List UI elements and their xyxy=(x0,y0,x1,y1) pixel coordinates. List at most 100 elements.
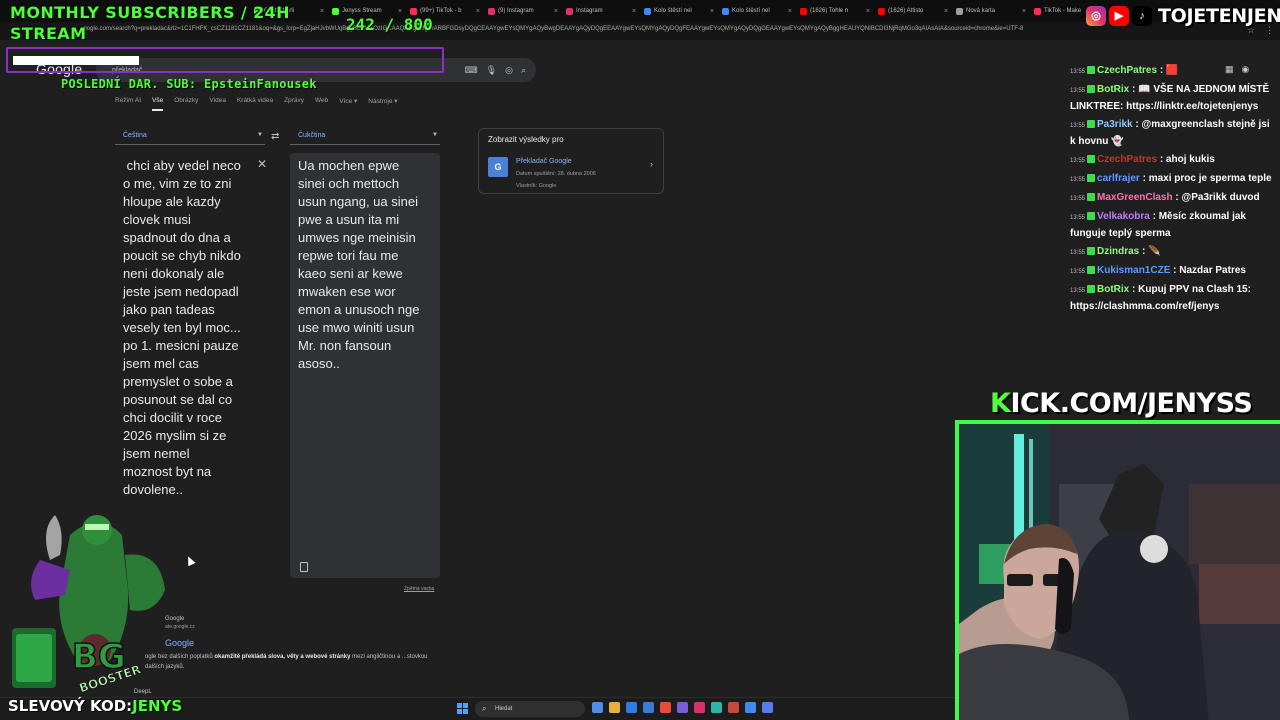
taskbar-app-icon[interactable] xyxy=(728,702,739,713)
kick-rest: ICK.COM/JENYSS xyxy=(1010,388,1253,419)
search-tab[interactable]: Více ▾ xyxy=(339,97,357,111)
copy-icon[interactable] xyxy=(300,562,308,572)
chat-text: : maxi proc je sperma teple xyxy=(1142,173,1272,184)
search-tab[interactable]: Režim AI xyxy=(115,97,141,111)
keyboard-icon[interactable]: ⌨ xyxy=(465,65,478,76)
search-tab[interactable]: Videa xyxy=(209,97,226,111)
webcam-image xyxy=(959,424,1280,720)
badge-icon xyxy=(1087,120,1096,129)
browser-tab[interactable]: Kolo štěstí nel × xyxy=(640,2,718,20)
chat-username[interactable]: carlfrajer xyxy=(1097,173,1140,184)
tab-label: (1626) Attisto xyxy=(888,8,924,14)
lens-icon[interactable]: ◎ xyxy=(505,65,513,76)
taskbar-app-icon[interactable] xyxy=(745,702,756,713)
close-tab-icon[interactable]: × xyxy=(710,8,714,15)
mic-icon[interactable]: 🎙 xyxy=(486,65,497,76)
chat-username[interactable]: MaxGreenClash xyxy=(1097,192,1173,203)
browser-tab[interactable]: (1626) Tohle n × xyxy=(796,2,874,20)
search-tabs: Režim AI Vše Obrázky Videa Krátká videa Zpráv… xyxy=(115,97,398,111)
card-meta-launch: Datum spuštění: 28. dubna 2006 xyxy=(516,171,596,177)
tab-label: TikTok - Make xyxy=(1044,8,1082,14)
taskbar-search[interactable]: ⌕ Hledat xyxy=(475,701,585,717)
chat-username[interactable]: Velkakobra xyxy=(1097,211,1150,222)
search-tab[interactable]: Nástroje ▾ xyxy=(368,97,397,111)
chat-username[interactable]: Kukisman1CZE xyxy=(1097,265,1170,276)
search-icon: ⌕ xyxy=(482,704,487,713)
close-tab-icon[interactable]: × xyxy=(398,8,402,15)
chat-username[interactable]: Dzindras xyxy=(1097,246,1139,257)
taskbar-app-icon[interactable] xyxy=(609,702,620,713)
browser-tab[interactable]: (1626) Attisto × xyxy=(874,2,952,20)
close-tab-icon[interactable]: × xyxy=(320,8,324,15)
search-tab[interactable]: Krátká videa xyxy=(237,97,273,111)
search-tab[interactable]: Vše xyxy=(152,97,164,111)
close-tab-icon[interactable]: × xyxy=(476,8,480,15)
youtube-icon: ▶ xyxy=(1109,6,1129,26)
target-language-select[interactable]: Čukčtina ▼ xyxy=(290,128,440,145)
chat-timestamp: 13:55 xyxy=(1070,123,1086,129)
chat-username[interactable]: CzechPatres xyxy=(1097,65,1157,76)
chat-username[interactable]: BotRix xyxy=(1097,284,1129,295)
translator-knowledge-card[interactable]: Zobrazit výsledky pro G Překladač Google… xyxy=(478,128,664,194)
promo-label: SLEVOVÝ KOD: xyxy=(8,697,133,715)
search-tab[interactable]: Obrázky xyxy=(174,97,198,111)
browser-tab[interactable]: Nová karta × xyxy=(952,2,1030,20)
card-meta-owner: Vlastník: Google xyxy=(516,183,557,189)
last-donation: POSLEDNÍ DAR. SUB: EpsteinFanousek xyxy=(61,77,317,91)
search-icon[interactable]: ⌕ xyxy=(521,65,526,76)
search-tab[interactable]: Zprávy xyxy=(284,97,304,111)
chat-timestamp: 13:55 xyxy=(1070,69,1086,75)
translation-output: Ua mochen epwe sinei och mettoch usun ng… xyxy=(290,153,440,578)
taskbar-app-icon[interactable] xyxy=(694,702,705,713)
windows-start-icon[interactable] xyxy=(457,703,468,714)
tab-favicon-icon xyxy=(410,7,417,15)
taskbar-app-icon[interactable] xyxy=(711,702,722,713)
feedback-link[interactable]: Zpětná vazba xyxy=(404,586,434,592)
close-tab-icon[interactable]: × xyxy=(1022,8,1026,15)
clear-text-icon[interactable]: ✕ xyxy=(257,157,267,171)
tab-favicon-icon xyxy=(800,7,807,15)
chat-username[interactable]: Pa3rikk xyxy=(1097,119,1133,130)
badge-icon xyxy=(1087,174,1096,183)
taskbar-app-icon[interactable] xyxy=(762,702,773,713)
close-tab-icon[interactable]: × xyxy=(554,8,558,15)
card-link[interactable]: Překladač Google xyxy=(516,158,572,165)
swap-languages-icon[interactable]: ⇄ xyxy=(271,131,279,142)
subscriber-count: 242 / 800 xyxy=(346,15,433,34)
taskbar-app-icon[interactable] xyxy=(660,702,671,713)
kick-url: KICK.COM/JENYSS xyxy=(990,388,1253,419)
taskbar-app-icon[interactable] xyxy=(592,702,603,713)
browser-tab[interactable]: (9) Instagram × xyxy=(484,2,562,20)
browser-tab[interactable]: Instagram × xyxy=(562,2,640,20)
caret-down-icon: ▼ xyxy=(257,132,263,138)
promo-value: JENYS xyxy=(132,697,183,715)
close-tab-icon[interactable]: × xyxy=(788,8,792,15)
close-tab-icon[interactable]: × xyxy=(632,8,636,15)
chat-message: 13:55 Velkakobra : Měsíc zkoumal jak fung… xyxy=(1070,209,1275,242)
source-language-select[interactable]: Čeština ▼ xyxy=(115,128,265,145)
taskbar-app-icon[interactable] xyxy=(626,702,637,713)
chat-timestamp: 13:55 xyxy=(1070,288,1086,294)
taskbar-apps xyxy=(592,702,773,713)
taskbar-app-icon[interactable] xyxy=(677,702,688,713)
chat-timestamp: 13:55 xyxy=(1070,158,1086,164)
tab-favicon-icon xyxy=(488,7,495,15)
chat-timestamp: 13:55 xyxy=(1070,88,1086,94)
badge-icon xyxy=(1087,285,1096,294)
social-header: ◎ ▶ ♪ TOJETENJENYS xyxy=(1086,5,1280,27)
chat-timestamp: 13:55 xyxy=(1070,269,1086,275)
chat-message: 13:55 Pa3rikk : @maxgreenclash stejně jsi… xyxy=(1070,117,1275,150)
taskbar-app-icon[interactable] xyxy=(643,702,654,713)
browser-tab[interactable]: Kolo štěstí nel × xyxy=(718,2,796,20)
redaction-bar xyxy=(13,56,139,65)
close-tab-icon[interactable]: × xyxy=(866,8,870,15)
chat-message: 13:55 CzechPatres : ahoj kukis xyxy=(1070,152,1275,169)
close-tab-icon[interactable]: × xyxy=(944,8,948,15)
chat-username[interactable]: BotRix xyxy=(1097,84,1129,95)
chat-message: 13:55 BotRix : Kupuj PPV na Clash 15: htt… xyxy=(1070,282,1275,315)
tab-favicon-icon xyxy=(722,7,729,15)
chat-username[interactable]: CzechPatres xyxy=(1097,154,1157,165)
channel-name: TOJETENJENYS xyxy=(1158,5,1280,27)
search-tab[interactable]: Web xyxy=(315,97,328,111)
tab-label: (9) Instagram xyxy=(498,8,534,14)
